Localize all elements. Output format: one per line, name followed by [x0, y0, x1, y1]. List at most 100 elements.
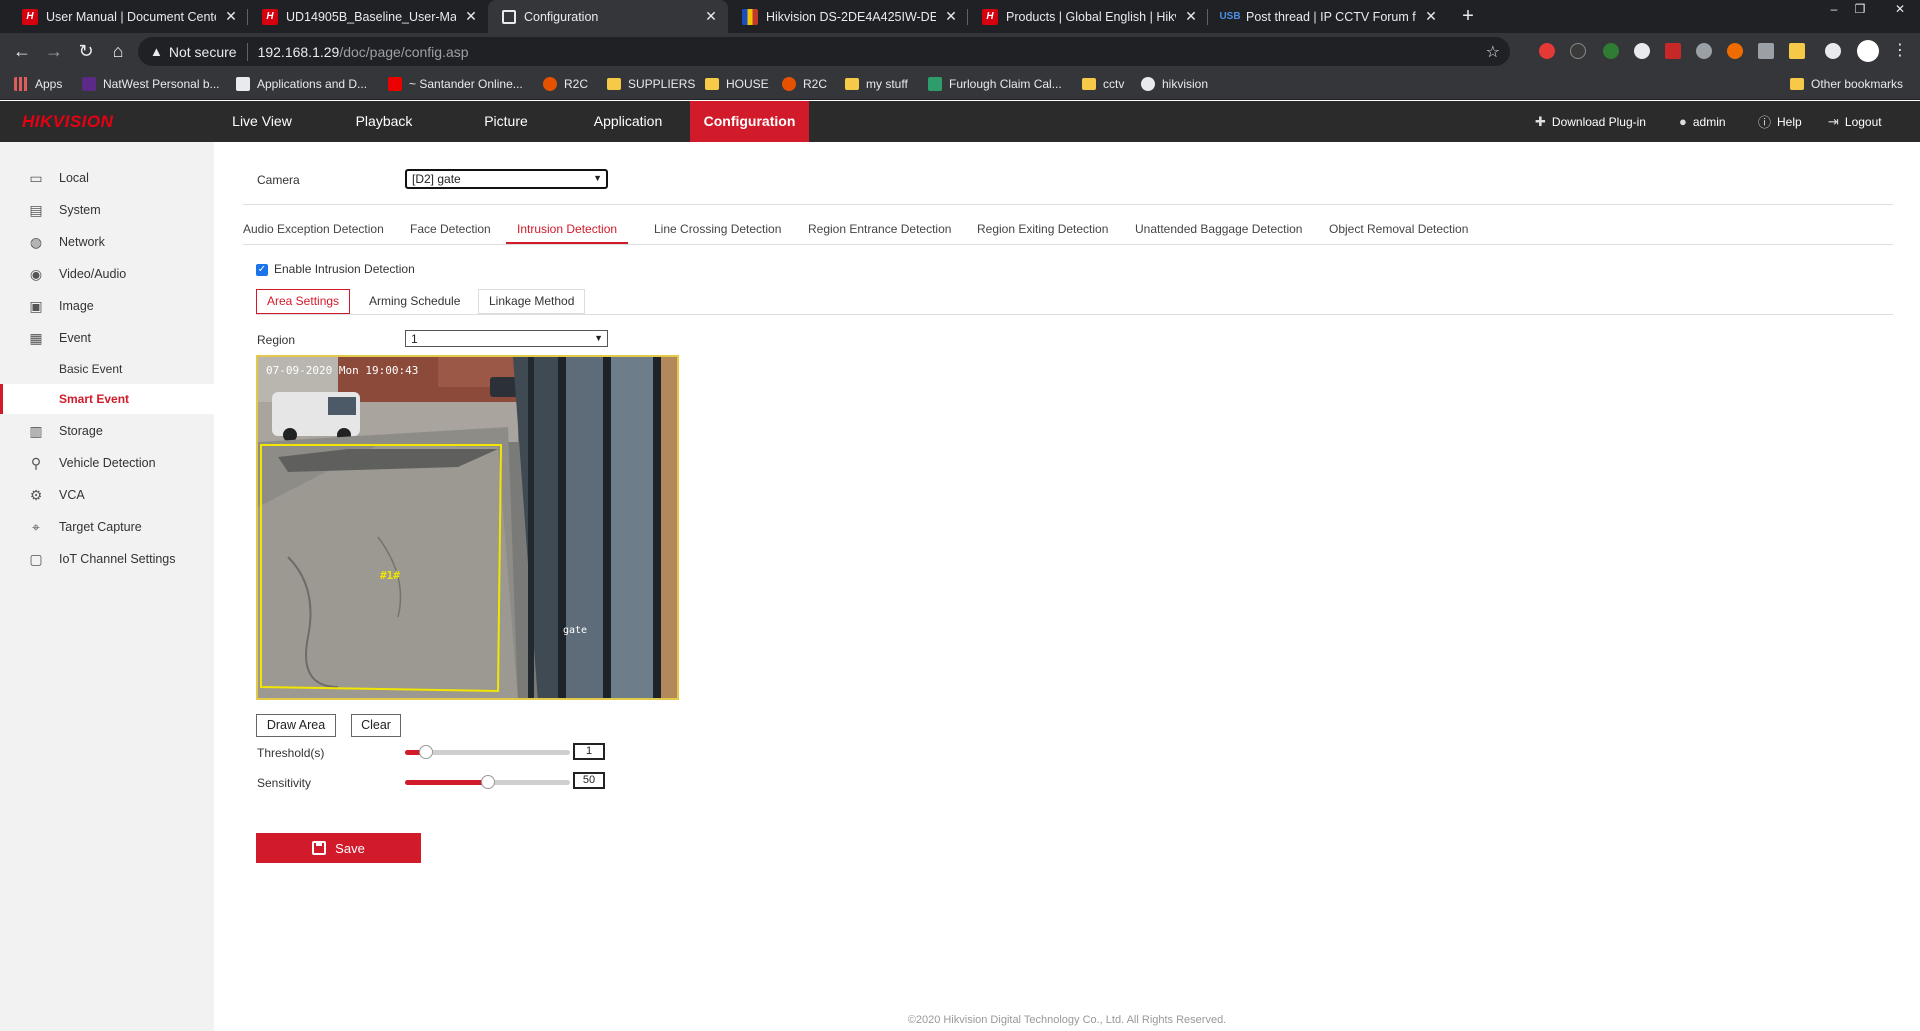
close-icon[interactable]: ✕ — [464, 8, 478, 25]
sensitivity-slider[interactable] — [405, 775, 570, 789]
key-extension-icon[interactable] — [1727, 43, 1743, 59]
address-bar[interactable]: ▲ Not secure 192.168.1.29 /doc/page/conf… — [138, 37, 1510, 66]
sidebar-item-storage[interactable]: ▥ Storage — [0, 416, 214, 446]
tab-region-exiting-detection[interactable]: Region Exiting Detection — [977, 218, 1108, 244]
close-icon[interactable]: ✕ — [1424, 8, 1438, 25]
tab-intrusion-detection[interactable]: Intrusion Detection — [506, 218, 629, 244]
bookmark-my-stuff[interactable]: my stuff — [845, 77, 908, 91]
close-icon[interactable]: ✕ — [224, 8, 238, 25]
sidebar-item-local[interactable]: ▭ Local — [0, 163, 214, 193]
browser-tab-strip: H User Manual | Document Center ✕ H UD14… — [0, 0, 1920, 33]
tab-unattended-baggage-detection[interactable]: Unattended Baggage Detection — [1135, 218, 1302, 244]
extension-icon[interactable] — [1634, 43, 1650, 59]
tab-region-entrance-detection[interactable]: Region Entrance Detection — [808, 218, 951, 244]
sidebar-item-vehicle-detection[interactable]: ⚲ Vehicle Detection — [0, 448, 214, 478]
minimize-button[interactable]: – — [1822, 0, 1846, 20]
bookmark-furlough[interactable]: Furlough Claim Cal... — [928, 77, 1062, 91]
browser-tab-user-manual[interactable]: H User Manual | Document Center ✕ — [8, 0, 248, 33]
browser-tab-post-thread[interactable]: USB Post thread | IP CCTV Forum for I ✕ — [1208, 0, 1448, 33]
sidebar-item-vca[interactable]: ⚙ VCA — [0, 480, 214, 510]
reload-icon: ↻ — [78, 41, 94, 61]
extension-icon[interactable] — [1789, 43, 1805, 59]
nav-picture[interactable]: Picture — [458, 101, 554, 142]
bookmark-natwest[interactable]: NatWest Personal b... — [82, 77, 220, 91]
security-status[interactable]: Not secure — [169, 44, 237, 60]
subtab-arming-schedule[interactable]: Arming Schedule — [358, 289, 472, 314]
bookmark-cctv[interactable]: cctv — [1082, 77, 1124, 91]
sidebar-item-video-audio[interactable]: ◉ Video/Audio — [0, 259, 214, 289]
close-icon[interactable]: ✕ — [944, 8, 958, 25]
tab-audio-exception-detection[interactable]: Audio Exception Detection — [243, 218, 384, 244]
restore-button[interactable]: ❐ — [1848, 0, 1872, 20]
extension-icon[interactable] — [1570, 43, 1586, 59]
bookmark-santander[interactable]: ~ Santander Online... — [388, 77, 523, 91]
window-close-button[interactable]: ✕ — [1888, 0, 1912, 20]
region-select[interactable]: 1 ▼ — [405, 330, 608, 347]
tab-face-detection[interactable]: Face Detection — [410, 218, 491, 244]
bookmark-applications[interactable]: Applications and D... — [236, 77, 367, 91]
star-icon[interactable]: ☆ — [1486, 42, 1500, 62]
reload-button[interactable]: ↻ — [74, 40, 98, 64]
pdf-extension-icon[interactable] — [1665, 43, 1681, 59]
bookmark-other[interactable]: Other bookmarks — [1790, 77, 1903, 91]
sidebar-item-smart-event[interactable]: Smart Event — [0, 384, 214, 414]
browser-tab-hikvision-camera[interactable]: Hikvision DS-2DE4A425IW-DE 4M ✕ — [728, 0, 968, 33]
divider — [243, 244, 1893, 245]
region-tag: #1# — [380, 569, 400, 582]
bookmark-suppliers[interactable]: SUPPLIERS — [607, 77, 695, 91]
nav-playback[interactable]: Playback — [336, 101, 432, 142]
camera-select[interactable]: [D2] gate ▼ — [405, 169, 608, 189]
forward-button[interactable]: → — [42, 40, 66, 64]
r2c-icon — [782, 77, 796, 91]
bookmark-apps[interactable]: Apps — [14, 77, 62, 91]
back-button[interactable]: ← — [10, 40, 34, 64]
user-icon: ● — [1679, 114, 1687, 129]
enable-intrusion-checkbox[interactable]: ✓ — [256, 264, 268, 276]
save-button[interactable]: Save — [256, 833, 421, 863]
help-link[interactable]: ⓘ Help — [1758, 101, 1802, 142]
sidebar-item-iot-channel[interactable]: ▢ IoT Channel Settings — [0, 544, 214, 574]
extension-icon[interactable] — [1539, 43, 1555, 59]
bookmark-r2c[interactable]: R2C — [543, 77, 588, 91]
puzzle-icon[interactable] — [1825, 43, 1841, 59]
sidebar-item-network[interactable]: ◍ Network — [0, 227, 214, 257]
sidebar-item-system[interactable]: ▤ System — [0, 195, 214, 225]
new-tab-button[interactable]: + — [1455, 4, 1481, 30]
video-preview[interactable]: 07-09-2020 Mon 19:00:43 #1# gate — [256, 355, 679, 700]
browser-tab-products[interactable]: H Products | Global English | Hikvis ✕ — [968, 0, 1208, 33]
browser-tab-baseline-manual[interactable]: H UD14905B_Baseline_User-Manua ✕ — [248, 0, 488, 33]
bookmark-hikvision[interactable]: hikvision — [1141, 77, 1208, 91]
extension-icon[interactable] — [1696, 43, 1712, 59]
threshold-slider-handle[interactable] — [419, 745, 434, 759]
extension-icon[interactable] — [1758, 43, 1774, 59]
sensitivity-slider-handle[interactable] — [480, 775, 495, 789]
bookmark-r2c-2[interactable]: R2C — [782, 77, 827, 91]
sidebar-item-basic-event[interactable]: Basic Event — [0, 354, 214, 384]
nav-application[interactable]: Application — [580, 101, 676, 142]
nav-live-view[interactable]: Live View — [214, 101, 310, 142]
sidebar-item-event[interactable]: ▦ Event — [0, 323, 214, 353]
home-button[interactable]: ⌂ — [106, 40, 130, 64]
subtab-area-settings[interactable]: Area Settings — [256, 289, 351, 314]
sidebar-item-image[interactable]: ▣ Image — [0, 291, 214, 321]
subtab-linkage-method[interactable]: Linkage Method — [478, 289, 586, 314]
tab-object-removal-detection[interactable]: Object Removal Detection — [1329, 218, 1468, 244]
close-icon[interactable]: ✕ — [704, 8, 718, 25]
clear-button[interactable]: Clear — [351, 714, 401, 737]
sidebar-item-target-capture[interactable]: ⌖ Target Capture — [0, 512, 214, 542]
draw-area-button[interactable]: Draw Area — [256, 714, 336, 737]
tab-line-crossing-detection[interactable]: Line Crossing Detection — [654, 218, 781, 244]
bookmark-house[interactable]: HOUSE — [705, 77, 769, 91]
extension-icon[interactable] — [1603, 43, 1619, 59]
download-plugin-link[interactable]: ✚ Download Plug-in — [1535, 101, 1646, 142]
more-menu-icon[interactable]: ⋮ — [1888, 40, 1912, 64]
threshold-slider[interactable] — [405, 745, 570, 759]
sensitivity-value-input[interactable]: 50 — [573, 772, 605, 789]
threshold-value-input[interactable]: 1 — [573, 743, 605, 760]
nav-configuration[interactable]: Configuration — [690, 101, 809, 142]
profile-avatar[interactable] — [1857, 40, 1879, 62]
browser-tab-configuration[interactable]: Configuration ✕ — [488, 0, 728, 33]
user-menu[interactable]: ● admin — [1679, 101, 1726, 142]
close-icon[interactable]: ✕ — [1184, 8, 1198, 25]
logout-link[interactable]: ⇥ Logout — [1828, 101, 1882, 142]
